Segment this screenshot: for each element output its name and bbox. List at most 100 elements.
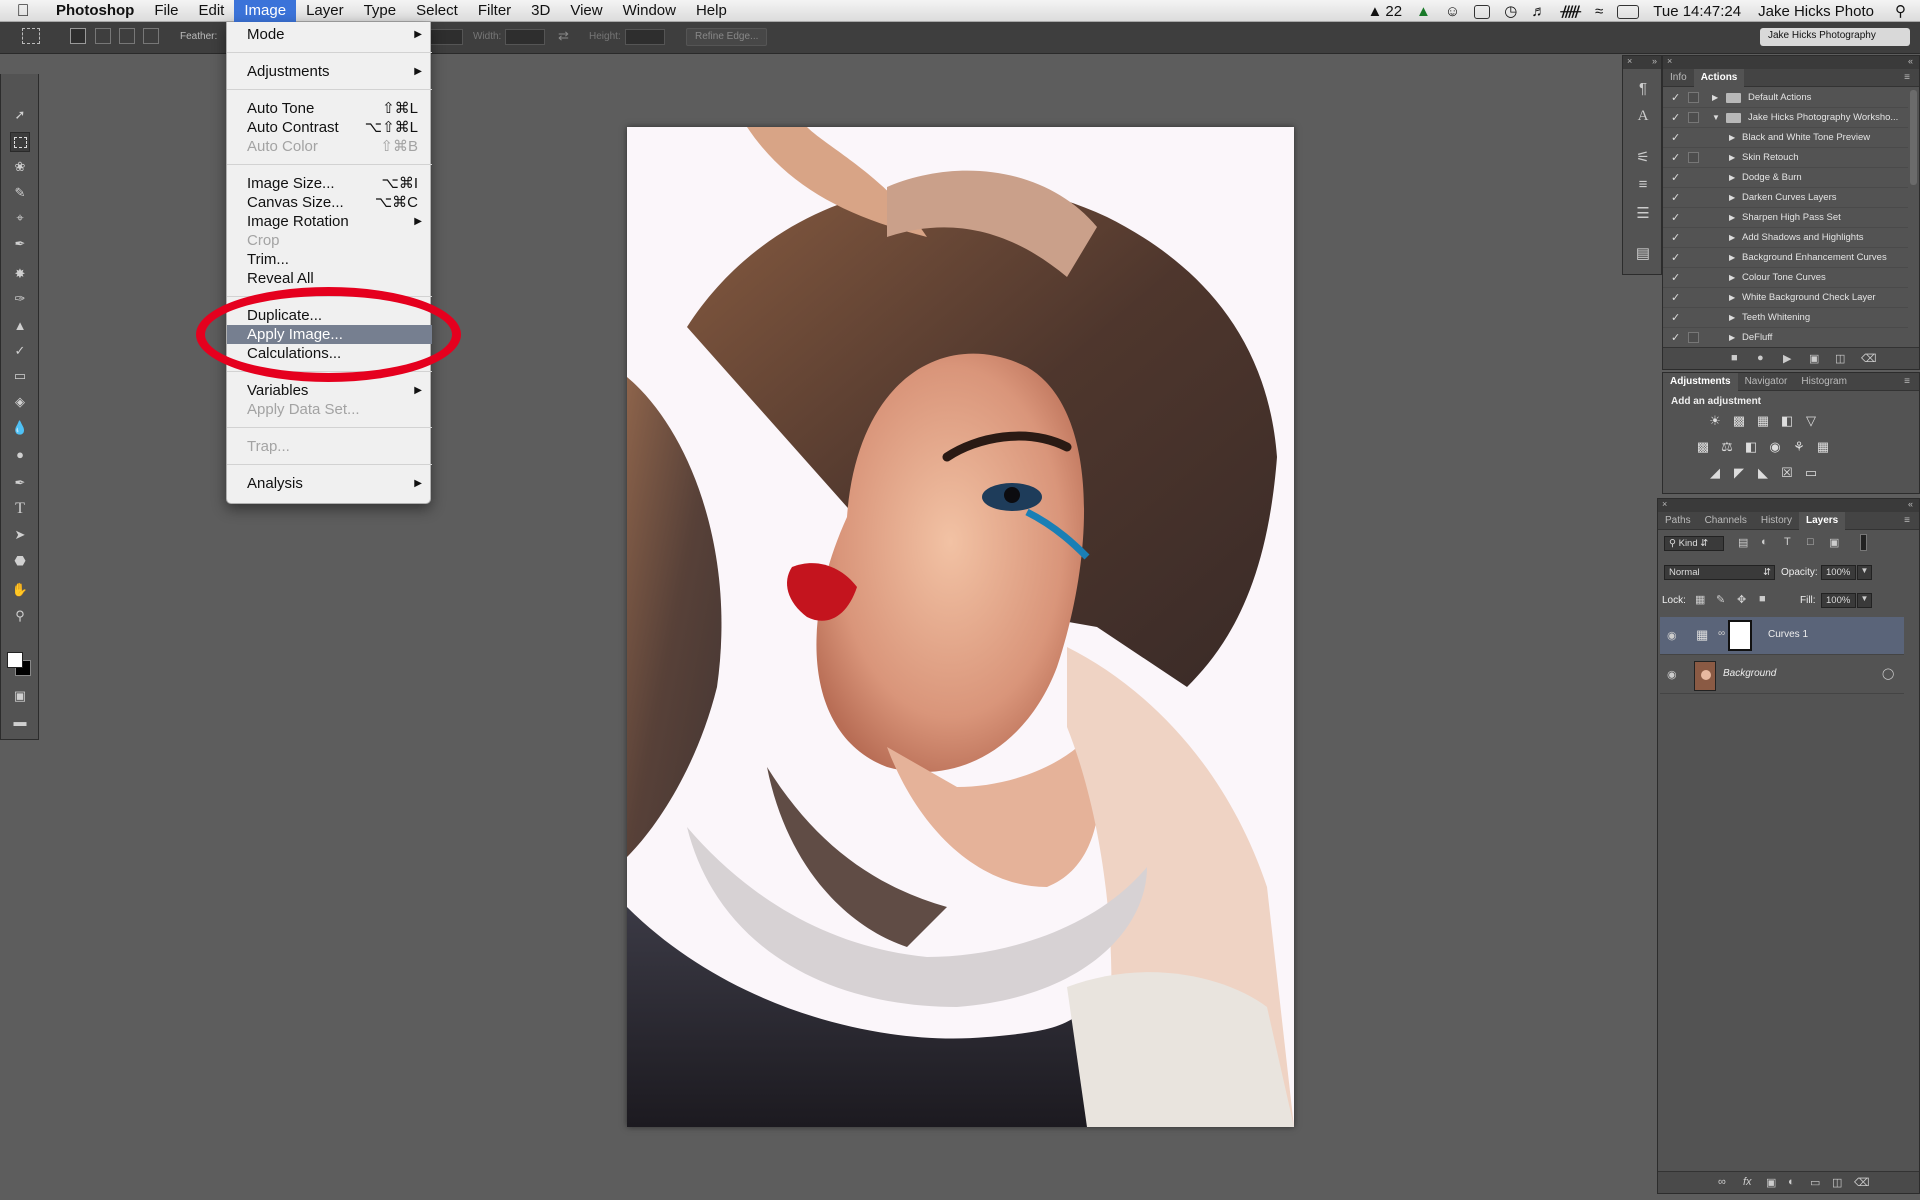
healing-brush-icon[interactable]: ✸ [10, 264, 30, 284]
photo-filter-icon[interactable]: ◉ [1766, 439, 1784, 455]
refine-edge-button[interactable]: Refine Edge... [686, 28, 768, 46]
dialog-toggle[interactable] [1688, 92, 1699, 103]
blur-tool-icon[interactable]: 💧 [10, 418, 30, 438]
clock[interactable]: Tue 14:47:24 [1646, 3, 1748, 20]
action-row[interactable]: ✓ ▶ White Background Check Layer [1663, 288, 1908, 308]
marquee-preset-icon[interactable] [22, 28, 40, 44]
filter-adjustment-icon[interactable]: ◐ [1761, 536, 1768, 548]
lock-all-icon[interactable]: ■ [1759, 593, 1766, 605]
check-icon[interactable]: ✓ [1671, 188, 1680, 208]
action-row[interactable]: ✓ ▶ Dodge & Burn [1663, 168, 1908, 188]
menu-item-canvas-size[interactable]: Canvas Size... ⌥⌘C [227, 193, 432, 212]
menu-file[interactable]: File [144, 0, 188, 22]
fill-dropdown[interactable]: ▼ [1857, 593, 1872, 608]
wifi-icon[interactable]: ≈ [1588, 3, 1610, 20]
eyedropper-icon[interactable]: ✒ [10, 234, 30, 254]
character-icon[interactable]: A [1633, 108, 1653, 126]
check-icon[interactable]: ✓ [1671, 108, 1680, 128]
collapse-arrow-icon[interactable]: ▼ [1712, 108, 1720, 128]
tab-channels[interactable]: Channels [1698, 512, 1754, 530]
check-icon[interactable]: ✓ [1671, 328, 1680, 348]
path-selection-icon[interactable]: ➤ [10, 525, 30, 545]
brightness-icon[interactable]: ☀ [1706, 413, 1724, 429]
screen-mode-icon[interactable]: ▬ [10, 711, 30, 731]
home-icon[interactable]: ▲ [1409, 3, 1438, 20]
collapse-icon[interactable]: « [1908, 499, 1913, 509]
hand-tool-icon[interactable]: ✋ [10, 580, 30, 600]
paint-bucket-icon[interactable]: ◈ [10, 392, 30, 412]
width-field[interactable] [505, 29, 545, 45]
visibility-eye-icon[interactable]: ◉ [1667, 668, 1677, 681]
menu-item-adjustments[interactable]: Adjustments ▶ [227, 62, 432, 81]
menu-item-variables[interactable]: Variables ▶ [227, 381, 432, 400]
close-icon[interactable]: × [1627, 56, 1632, 66]
new-layer-icon[interactable]: ◫ [1832, 1176, 1842, 1189]
menu-layer[interactable]: Layer [296, 0, 354, 22]
display-icon[interactable] [1467, 3, 1497, 20]
expand-arrow-icon[interactable]: ▶ [1712, 88, 1718, 108]
black-white-icon[interactable]: ◧ [1742, 439, 1760, 455]
zoom-tool-icon[interactable]: ⚲ [10, 606, 30, 626]
menu-type[interactable]: Type [354, 0, 407, 22]
fx-icon[interactable]: fx [1743, 1176, 1752, 1188]
opacity-field[interactable]: 100% [1821, 565, 1856, 580]
filter-shape-icon[interactable]: □ [1807, 536, 1814, 548]
apple-icon[interactable]:  [0, 1, 46, 21]
menu-item-reveal-all[interactable]: Reveal All [227, 269, 432, 288]
layer-row-background[interactable]: ◉ Background ◯ [1660, 656, 1904, 694]
bluetooth-icon[interactable]: ᚏ [1553, 2, 1588, 20]
menu-3d[interactable]: 3D [521, 0, 560, 22]
panel-menu-icon[interactable]: ≡ [1897, 373, 1917, 391]
menu-item-auto-tone[interactable]: Auto Tone ⇧⌘L [227, 99, 432, 118]
expand-arrow-icon[interactable]: ▶ [1729, 288, 1735, 308]
link-icon[interactable]: ∞ [1718, 628, 1725, 639]
blend-mode-select[interactable]: Normal ⇵ [1664, 565, 1775, 580]
tab-paths[interactable]: Paths [1658, 512, 1698, 530]
menu-select[interactable]: Select [406, 0, 468, 22]
expand-arrow-icon[interactable]: ▶ [1729, 268, 1735, 288]
new-action-icon[interactable]: ◫ [1835, 352, 1845, 365]
expand-arrow-icon[interactable]: ▶ [1729, 148, 1735, 168]
time-machine-icon[interactable]: ◷ [1497, 2, 1524, 20]
menu-help[interactable]: Help [686, 0, 737, 22]
action-row[interactable]: ✓ ▶ Sharpen High Pass Set [1663, 208, 1908, 228]
expand-arrow-icon[interactable]: ▶ [1729, 248, 1735, 268]
crop-tool-icon[interactable]: ⌖ [10, 208, 30, 228]
swap-icon[interactable]: ⇄ [558, 28, 569, 44]
new-adjustment-icon[interactable]: ◐ [1788, 1176, 1795, 1188]
expand-arrow-icon[interactable]: ▶ [1729, 128, 1735, 148]
brush-presets-icon[interactable]: ⚟ [1633, 148, 1653, 166]
check-icon[interactable]: ✓ [1671, 308, 1680, 328]
menu-edit[interactable]: Edit [189, 0, 235, 22]
action-row[interactable]: ✓ ▶ DeFluff [1663, 328, 1908, 348]
panel-menu-icon[interactable]: ≡ [1897, 512, 1917, 530]
shape-tool-icon[interactable]: ⬣ [10, 551, 30, 571]
check-icon[interactable]: ✓ [1671, 168, 1680, 188]
quick-mask-icon[interactable]: ▣ [10, 686, 30, 706]
expand-arrow-icon[interactable]: ▶ [1729, 188, 1735, 208]
check-icon[interactable]: ✓ [1671, 208, 1680, 228]
close-icon[interactable]: × [1667, 56, 1672, 66]
intersect-selection-icon[interactable] [143, 28, 159, 44]
delete-icon[interactable]: ⌫ [1861, 352, 1877, 365]
channel-mixer-icon[interactable]: ⚘ [1790, 439, 1808, 455]
tab-layers[interactable]: Layers [1798, 512, 1846, 530]
marquee-tool-icon[interactable] [10, 132, 30, 152]
menu-item-analysis[interactable]: Analysis ▶ [227, 474, 432, 493]
check-icon[interactable]: ✓ [1671, 248, 1680, 268]
color-lookup-icon[interactable]: ▦ [1814, 439, 1832, 455]
check-icon[interactable]: ✓ [1671, 88, 1680, 108]
visibility-eye-icon[interactable]: ◉ [1667, 629, 1677, 642]
tool-presets-icon[interactable]: ≡ [1633, 176, 1653, 194]
filter-toggle[interactable] [1860, 534, 1867, 551]
app-menu[interactable]: Photoshop [46, 0, 144, 22]
opacity-dropdown[interactable]: ▼ [1857, 565, 1872, 580]
menu-item-image-rotation[interactable]: Image Rotation ▶ [227, 212, 432, 231]
menu-view[interactable]: View [560, 0, 612, 22]
selective-color-icon[interactable]: ☒ [1778, 465, 1796, 481]
menu-item-mode[interactable]: Mode ▶ [227, 25, 432, 44]
type-tool-icon[interactable]: T [10, 499, 30, 519]
add-mask-icon[interactable]: ▣ [1766, 1176, 1776, 1189]
spotlight-icon[interactable]: ⚲ [1881, 2, 1920, 20]
action-set-row[interactable]: ✓ ▶ Default Actions [1663, 88, 1908, 108]
